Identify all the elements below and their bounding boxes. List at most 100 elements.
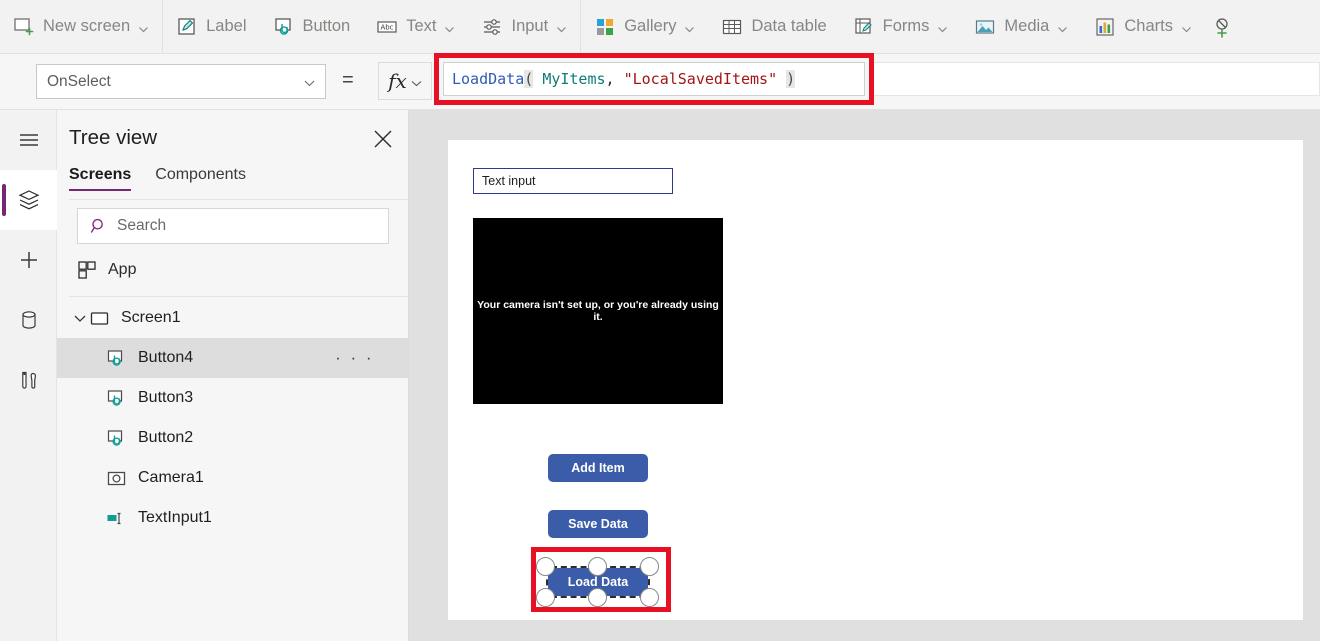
chevron-down-icon[interactable] — [73, 311, 87, 325]
tab-screens-label: Screens — [69, 166, 131, 183]
forms-icon — [853, 16, 875, 38]
tree-node-list: Screen1 Button4 · · · Button3 Button — [57, 298, 408, 538]
sliders-input-icon — [481, 16, 503, 38]
hamburger-menu-button[interactable] — [0, 110, 57, 170]
canvas-button-save-data[interactable]: Save Data — [548, 510, 648, 538]
resize-handle-bottom-middle[interactable] — [588, 588, 607, 607]
resize-handle-top-right[interactable] — [640, 557, 659, 576]
button-button[interactable]: Button — [260, 0, 364, 54]
formula-token-comma: , — [606, 70, 624, 88]
property-selector-dropdown[interactable]: OnSelect — [36, 64, 326, 99]
button-cursor-icon — [273, 16, 295, 38]
new-screen-label: New screen — [43, 17, 130, 36]
canvas-button-add-item-label: Add Item — [571, 461, 624, 475]
cmd-group-screens: New screen — [0, 0, 162, 54]
new-screen-button[interactable]: New screen — [0, 0, 162, 54]
canvas-camera-control[interactable]: Your camera isn't set up, or you're alre… — [473, 218, 723, 404]
hamburger-menu-icon — [17, 128, 41, 152]
text-input-icon — [106, 508, 127, 529]
equals-sign: = — [342, 69, 354, 92]
chevron-down-icon — [1057, 21, 1068, 32]
formula-token-open-paren: ( — [524, 70, 533, 88]
tree-view-panel: Tree view Screens Components Search App — [57, 110, 409, 641]
tab-components[interactable]: Components — [155, 166, 246, 191]
fx-icon: fx — [388, 69, 407, 93]
chevron-down-icon — [1181, 21, 1192, 32]
chevron-down-icon — [304, 76, 315, 87]
tree-node-app-label: App — [108, 261, 136, 279]
resize-handle-bottom-right[interactable] — [640, 588, 659, 607]
power-apps-studio: New screen Label Button — [0, 0, 1320, 641]
tree-node-button4-label: Button4 — [138, 349, 193, 367]
data-database-icon — [17, 308, 41, 332]
gallery-menu-label: Gallery — [624, 17, 676, 36]
tree-node-screen1[interactable]: Screen1 — [57, 298, 408, 338]
sidebar-item-advanced-tools[interactable] — [0, 350, 57, 410]
close-icon[interactable] — [372, 128, 394, 150]
search-input[interactable]: Search — [77, 208, 389, 244]
tab-components-label: Components — [155, 166, 246, 183]
data-table-button[interactable]: Data table — [708, 0, 839, 54]
abc-text-icon: Abc — [376, 16, 398, 38]
tree-node-camera1-label: Camera1 — [138, 469, 204, 487]
cmd-group-controls: Label Button Abc Text — [163, 0, 580, 54]
sidebar-item-insert[interactable] — [0, 230, 57, 290]
tree-node-textinput1[interactable]: TextInput1 — [57, 498, 408, 538]
tree-node-camera1[interactable]: Camera1 — [57, 458, 408, 498]
chevron-down-icon — [556, 21, 567, 32]
tree-node-textinput1-label: TextInput1 — [138, 509, 212, 527]
cmd-group-data: Gallery Data table Forms — [581, 0, 1239, 54]
tree-node-screen1-label: Screen1 — [121, 309, 181, 327]
formula-token-function: LoadData — [452, 70, 524, 88]
chevron-down-icon — [937, 21, 948, 32]
sidebar-item-tree-view[interactable] — [0, 170, 57, 230]
button-icon — [106, 428, 127, 449]
chevron-down-icon — [444, 21, 455, 32]
icons-menu-button[interactable] — [1205, 0, 1239, 54]
resize-handle-bottom-left[interactable] — [536, 588, 555, 607]
divider — [69, 296, 408, 297]
app-grid-icon — [77, 260, 97, 280]
media-menu-label: Media — [1004, 17, 1049, 36]
formula-bar-remainder[interactable] — [874, 62, 1320, 96]
charts-menu-button[interactable]: Charts — [1081, 0, 1205, 54]
tree-node-button2[interactable]: Button2 — [57, 418, 408, 458]
formula-input[interactable]: LoadData( MyItems, "LocalSavedItems" ) — [443, 62, 865, 96]
insert-plus-icon — [17, 248, 41, 272]
icons-add-icon — [1211, 16, 1233, 38]
search-placeholder: Search — [117, 217, 166, 235]
svg-text:Abc: Abc — [381, 23, 394, 31]
canvas-text-input-value: Text input — [482, 174, 536, 188]
resize-handle-top-middle[interactable] — [588, 557, 607, 576]
tree-view-tabs: Screens Components — [69, 166, 246, 191]
forms-menu-label: Forms — [883, 17, 930, 36]
forms-menu-button[interactable]: Forms — [840, 0, 962, 54]
formula-token-space-1 — [533, 70, 542, 88]
app-canvas[interactable]: Text input Your camera isn't set up, or … — [448, 140, 1303, 620]
data-table-label: Data table — [751, 17, 826, 36]
media-menu-button[interactable]: Media — [961, 0, 1081, 54]
charts-menu-label: Charts — [1124, 17, 1173, 36]
tree-node-button3[interactable]: Button3 — [57, 378, 408, 418]
canvas-button-add-item[interactable]: Add Item — [548, 454, 648, 482]
page-title: Tree view — [69, 126, 157, 150]
gallery-menu-button[interactable]: Gallery — [581, 0, 708, 54]
button-icon — [106, 348, 127, 369]
resize-handle-top-left[interactable] — [536, 557, 555, 576]
formula-token-string: "LocalSavedItems" — [624, 70, 778, 88]
sidebar-item-data[interactable] — [0, 290, 57, 350]
canvas-text-input[interactable]: Text input — [473, 168, 673, 194]
tree-node-context-menu-button[interactable]: · · · — [335, 348, 374, 368]
label-button[interactable]: Label — [163, 0, 259, 54]
input-menu-button[interactable]: Input — [468, 0, 580, 54]
fx-function-button[interactable]: fx — [378, 62, 432, 100]
canvas-button-save-data-label: Save Data — [568, 517, 628, 531]
left-icon-rail — [0, 110, 57, 641]
charts-bar-icon — [1094, 16, 1116, 38]
tree-node-app[interactable]: App — [77, 260, 136, 280]
tab-screens[interactable]: Screens — [69, 166, 131, 191]
media-picture-icon — [974, 16, 996, 38]
tree-node-button4[interactable]: Button4 · · · — [57, 338, 408, 378]
divider — [69, 199, 408, 200]
text-menu-button[interactable]: Abc Text — [363, 0, 468, 54]
